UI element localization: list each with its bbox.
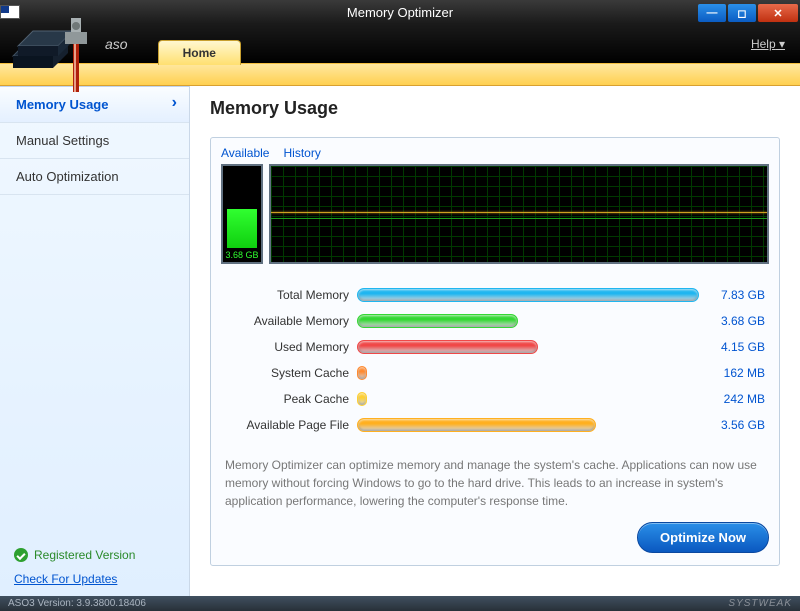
content: Memory Usage Available History 3.68 GB T…	[190, 86, 800, 596]
title-bar: Memory Optimizer — ◻ ✕	[0, 0, 800, 24]
stat-label: System Cache	[221, 366, 357, 380]
stat-label: Available Page File	[221, 418, 357, 432]
gauge-value: 3.68 GB	[223, 250, 261, 260]
app-logo-icon	[5, 14, 95, 94]
stat-label: Peak Cache	[221, 392, 357, 406]
stat-bar	[357, 366, 367, 380]
stat-row: System Cache 162 MB	[221, 360, 769, 386]
stat-value: 3.56 GB	[699, 418, 769, 432]
header: aso Home Help ▾	[0, 24, 800, 64]
stat-row: Available Page File 3.56 GB	[221, 412, 769, 438]
ribbon-bar	[0, 64, 800, 86]
check-updates-link[interactable]: Check For Updates	[0, 568, 189, 596]
history-chart	[269, 164, 769, 264]
stat-value: 4.15 GB	[699, 340, 769, 354]
stat-label: Available Memory	[221, 314, 357, 328]
stat-row: Peak Cache 242 MB	[221, 386, 769, 412]
registered-label: Registered Version	[34, 548, 135, 562]
close-button[interactable]: ✕	[758, 4, 798, 22]
stat-row: Used Memory 4.15 GB	[221, 334, 769, 360]
window-title: Memory Optimizer	[347, 5, 453, 20]
registered-status: Registered Version	[0, 542, 189, 568]
check-circle-icon	[14, 548, 28, 562]
stat-bar-wrap	[357, 418, 699, 432]
stat-value: 3.68 GB	[699, 314, 769, 328]
description-text: Memory Optimizer can optimize memory and…	[221, 456, 769, 510]
stat-row: Available Memory 3.68 GB	[221, 308, 769, 334]
version-text: ASO3 Version: 3.9.3800.18406	[8, 598, 146, 609]
brand-text: aso	[105, 36, 128, 52]
label-history: History	[283, 146, 320, 160]
stats-table: Total Memory 7.83 GB Available Memory 3.68 …	[221, 282, 769, 438]
stat-bar	[357, 418, 596, 432]
stat-value: 7.83 GB	[699, 288, 769, 302]
stat-value: 242 MB	[699, 392, 769, 406]
stat-bar-wrap	[357, 288, 699, 302]
stat-bar-wrap	[357, 392, 699, 406]
stat-bar	[357, 340, 538, 354]
maximize-button[interactable]: ◻	[728, 4, 756, 22]
stat-row: Total Memory 7.83 GB	[221, 282, 769, 308]
stat-bar-wrap	[357, 314, 699, 328]
sidebar: Memory Usage Manual Settings Auto Optimi…	[0, 86, 190, 596]
stat-bar	[357, 392, 367, 406]
sidebar-item-manual-settings[interactable]: Manual Settings	[0, 123, 189, 159]
status-bar: ASO3 Version: 3.9.3800.18406 SYSTWEAK	[0, 596, 800, 611]
stat-bar	[357, 314, 518, 328]
help-menu[interactable]: Help ▾	[751, 37, 785, 51]
available-gauge: 3.68 GB	[221, 164, 263, 264]
minimize-button[interactable]: —	[698, 4, 726, 22]
sidebar-item-auto-optimization[interactable]: Auto Optimization	[0, 159, 189, 195]
stat-bar-wrap	[357, 366, 699, 380]
stat-bar-wrap	[357, 340, 699, 354]
stat-bar	[357, 288, 699, 302]
brandmark-text: SYSTWEAK	[728, 598, 792, 609]
usage-panel: Available History 3.68 GB Total Memory 7.…	[210, 137, 780, 566]
stat-label: Used Memory	[221, 340, 357, 354]
page-title: Memory Usage	[210, 98, 780, 119]
window-controls: — ◻ ✕	[698, 2, 800, 22]
stat-label: Total Memory	[221, 288, 357, 302]
optimize-now-button[interactable]: Optimize Now	[637, 522, 769, 553]
tab-home[interactable]: Home	[158, 40, 241, 65]
stat-value: 162 MB	[699, 366, 769, 380]
label-available: Available	[221, 146, 269, 160]
